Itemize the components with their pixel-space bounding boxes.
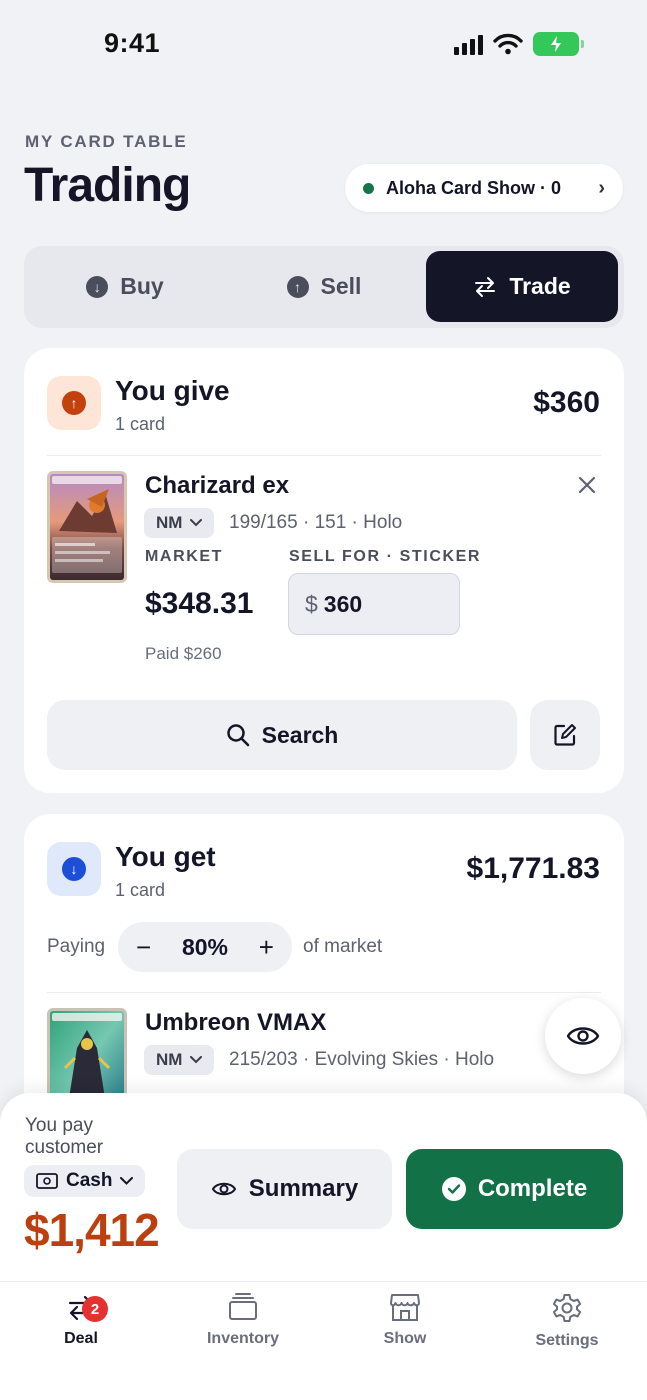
chevron-down-icon (120, 1177, 134, 1185)
tab-deal-label: Deal (64, 1330, 98, 1347)
increase-button[interactable]: + (259, 932, 274, 963)
condition-value: NM (156, 513, 183, 532)
search-icon (226, 724, 249, 747)
tab-trade-label: Trade (509, 273, 571, 299)
give-card-name: Charizard ex (145, 472, 290, 499)
condition-select[interactable]: NM (144, 508, 215, 538)
give-total: $360 (533, 386, 600, 419)
battery-charging-icon (533, 32, 584, 56)
close-icon[interactable] (578, 476, 596, 494)
sell-price-value: 360 (323, 590, 363, 617)
show-selector-button[interactable]: Aloha Card Show · 0 › (345, 164, 623, 212)
arrow-up-circle-icon: ↑ (286, 275, 309, 298)
cash-icon (36, 1173, 58, 1189)
condition-value: NM (156, 1050, 183, 1069)
status-time: 9:41 (104, 28, 161, 58)
charizard-card-image[interactable] (47, 471, 127, 583)
manual-entry-button[interactable] (530, 700, 600, 770)
payment-method-value: Cash (66, 1170, 113, 1191)
tab-sell-label: Sell (320, 273, 362, 299)
tab-deal[interactable]: Deal 2 (0, 1292, 162, 1348)
summary-label: Summary (248, 1175, 359, 1202)
get-title: You get (115, 841, 216, 872)
arrow-up-circle-icon: ↑ (62, 391, 86, 415)
market-value: $348.31 (145, 587, 254, 620)
sell-price-input[interactable]: $ 360 (288, 573, 460, 635)
get-total: $1,771.83 (466, 852, 600, 885)
status-icons (454, 32, 584, 56)
eye-icon (566, 1027, 600, 1045)
eye-icon (211, 1182, 236, 1196)
search-button[interactable]: Search (47, 700, 517, 770)
get-card-name: Umbreon VMAX (145, 1009, 327, 1036)
deal-footer: You pay customer Cash $1,412 Summary Com… (0, 1093, 647, 1283)
preview-toggle-button[interactable] (545, 998, 621, 1074)
condition-select[interactable]: NM (144, 1045, 215, 1075)
show-name: Aloha Card Show · 0 (386, 177, 562, 198)
live-dot-icon (363, 182, 374, 194)
payment-method-select[interactable]: Cash (24, 1165, 146, 1197)
paying-label: Paying (47, 936, 106, 957)
mode-segmented-control: ↓ Buy ↑ Sell Trade (24, 246, 624, 328)
pay-amount: $1,412 (24, 1204, 160, 1256)
of-market-label: of market (303, 936, 383, 957)
summary-button[interactable]: Summary (177, 1149, 392, 1229)
page-kicker: MY CARD TABLE (25, 132, 188, 151)
complete-label: Complete (477, 1175, 588, 1202)
complete-button[interactable]: Complete (406, 1149, 623, 1229)
tab-buy-label: Buy (120, 273, 164, 299)
edit-icon (554, 724, 576, 746)
give-count: 1 card (115, 414, 166, 434)
tab-settings-label: Settings (535, 1332, 599, 1349)
stack-icon (229, 1293, 257, 1320)
get-count: 1 card (115, 880, 166, 900)
tab-inventory-label: Inventory (206, 1330, 279, 1347)
tab-trade[interactable]: Trade (426, 251, 618, 322)
page-title: Trading (24, 159, 191, 212)
gear-icon (552, 1294, 582, 1322)
decrease-button[interactable]: − (136, 932, 151, 963)
give-icon-tile: ↑ (47, 376, 101, 430)
pay-label: You pay customer (25, 1115, 104, 1158)
tab-sell[interactable]: ↑ Sell (228, 251, 420, 322)
tab-inventory[interactable]: Inventory (162, 1292, 324, 1348)
you-get-panel: ↓ You get 1 card $1,771.83 Paying − 80% … (24, 814, 624, 1134)
sell-for-label: SELL FOR · STICKER (289, 548, 482, 565)
chevron-down-icon (190, 1056, 203, 1064)
currency-symbol: $ (305, 590, 318, 617)
search-label: Search (261, 721, 339, 748)
give-card-meta: 199/165 · 151 · Holo (229, 512, 403, 533)
chevron-down-icon (190, 519, 203, 527)
chevron-right-icon: › (598, 176, 605, 199)
swap-arrows-icon (475, 276, 496, 297)
tab-show[interactable]: Show (324, 1292, 486, 1348)
cellular-signal-icon (454, 33, 483, 55)
pay-percent-value: 80% (181, 933, 229, 960)
get-icon-tile: ↓ (47, 842, 101, 896)
paid-amount: Paid $260 (145, 644, 222, 663)
arrow-down-circle-icon: ↓ (86, 275, 109, 298)
give-title: You give (115, 375, 230, 406)
storefront-icon (390, 1294, 420, 1321)
bottom-tab-bar: Deal 2 Inventory Show Settings (0, 1281, 647, 1400)
tab-settings[interactable]: Settings (486, 1292, 647, 1350)
wifi-icon (493, 33, 523, 55)
deal-count-badge: 2 (82, 1296, 108, 1322)
divider (47, 455, 601, 456)
get-card-meta: 215/203 · Evolving Skies · Holo (229, 1049, 495, 1070)
tab-buy[interactable]: ↓ Buy (29, 251, 221, 322)
market-label: MARKET (145, 548, 224, 565)
check-circle-icon (441, 1177, 466, 1201)
pay-percent-stepper: − 80% + (118, 922, 292, 972)
arrow-down-circle-icon: ↓ (62, 857, 86, 881)
you-give-panel: ↑ You give 1 card $360 Charizard ex NM 1… (24, 348, 624, 793)
tab-show-label: Show (383, 1330, 427, 1347)
divider (47, 992, 601, 993)
